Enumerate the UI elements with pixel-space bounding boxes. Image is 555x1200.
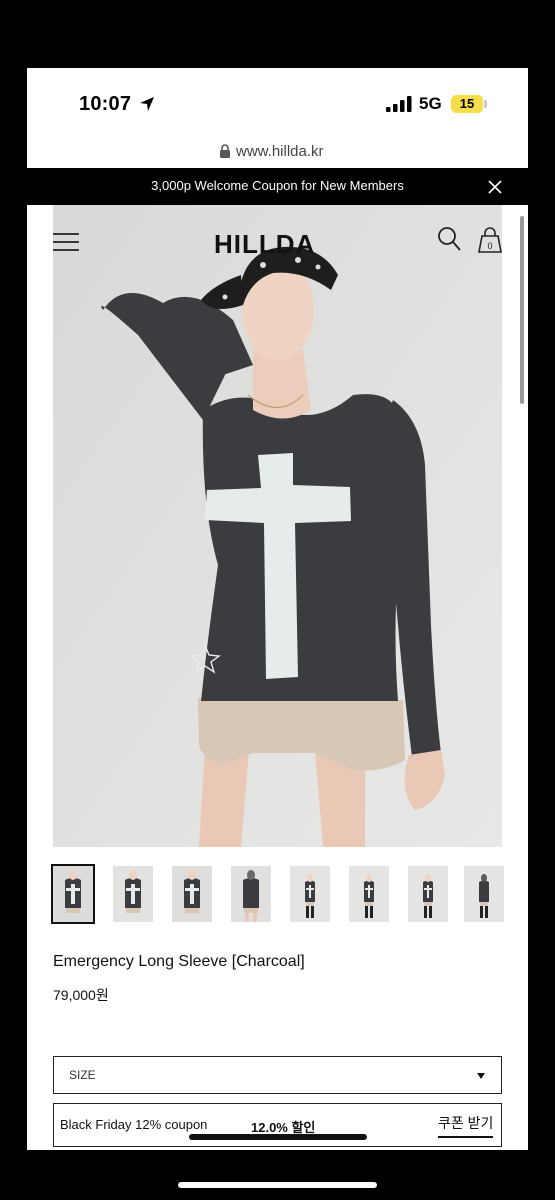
coupon-title: Black Friday 12% coupon	[60, 1117, 208, 1132]
battery-icon: 15	[451, 95, 487, 113]
get-coupon-button[interactable]: 쿠폰 받기	[438, 1113, 494, 1138]
url-bar[interactable]: www.hillda.kr	[236, 143, 324, 160]
cellular-signal-icon	[386, 96, 412, 112]
scrollbar[interactable]	[520, 216, 524, 404]
product-main-image[interactable]	[53, 205, 502, 847]
thumbnail-3[interactable]	[172, 866, 212, 922]
hamburger-menu-icon[interactable]	[53, 232, 79, 252]
location-arrow-icon	[140, 97, 154, 111]
thumbnail-8[interactable]	[464, 866, 504, 922]
thumbnail-6[interactable]	[349, 866, 389, 922]
brand-logo[interactable]: HILLDA	[214, 229, 315, 260]
thumbnail-5[interactable]	[290, 866, 330, 922]
home-indicator[interactable]	[189, 1134, 367, 1140]
cart-count: 0	[487, 241, 492, 251]
thumbnail-7[interactable]	[408, 866, 448, 922]
product-name: Emergency Long Sleeve [Charcoal]	[53, 953, 305, 970]
network-type: 5G	[419, 94, 442, 113]
coupon-row: Black Friday 12% coupon 12.0% 할인 쿠폰 받기	[53, 1103, 502, 1147]
thumbnail-4[interactable]	[231, 866, 271, 922]
battery-level: 15	[459, 96, 475, 111]
system-home-indicator[interactable]	[178, 1182, 377, 1188]
thumbnail-2[interactable]	[113, 866, 153, 922]
announcement-banner: 3,000p Welcome Coupon for New Members	[27, 168, 528, 205]
product-price: 79,000원	[53, 987, 109, 1003]
close-icon[interactable]	[486, 178, 504, 196]
thumbnail-1[interactable]	[51, 864, 95, 924]
lock-icon	[220, 144, 230, 158]
thumbnail-strip	[51, 864, 504, 924]
size-label: SIZE	[69, 1068, 96, 1082]
status-time: 10:07	[79, 93, 132, 115]
banner-text[interactable]: 3,000p Welcome Coupon for New Members	[27, 178, 528, 193]
shopping-bag-icon[interactable]: 0	[477, 226, 503, 254]
search-icon[interactable]	[437, 226, 461, 252]
size-select[interactable]: SIZE	[53, 1056, 502, 1094]
caret-down-icon	[477, 1073, 485, 1079]
